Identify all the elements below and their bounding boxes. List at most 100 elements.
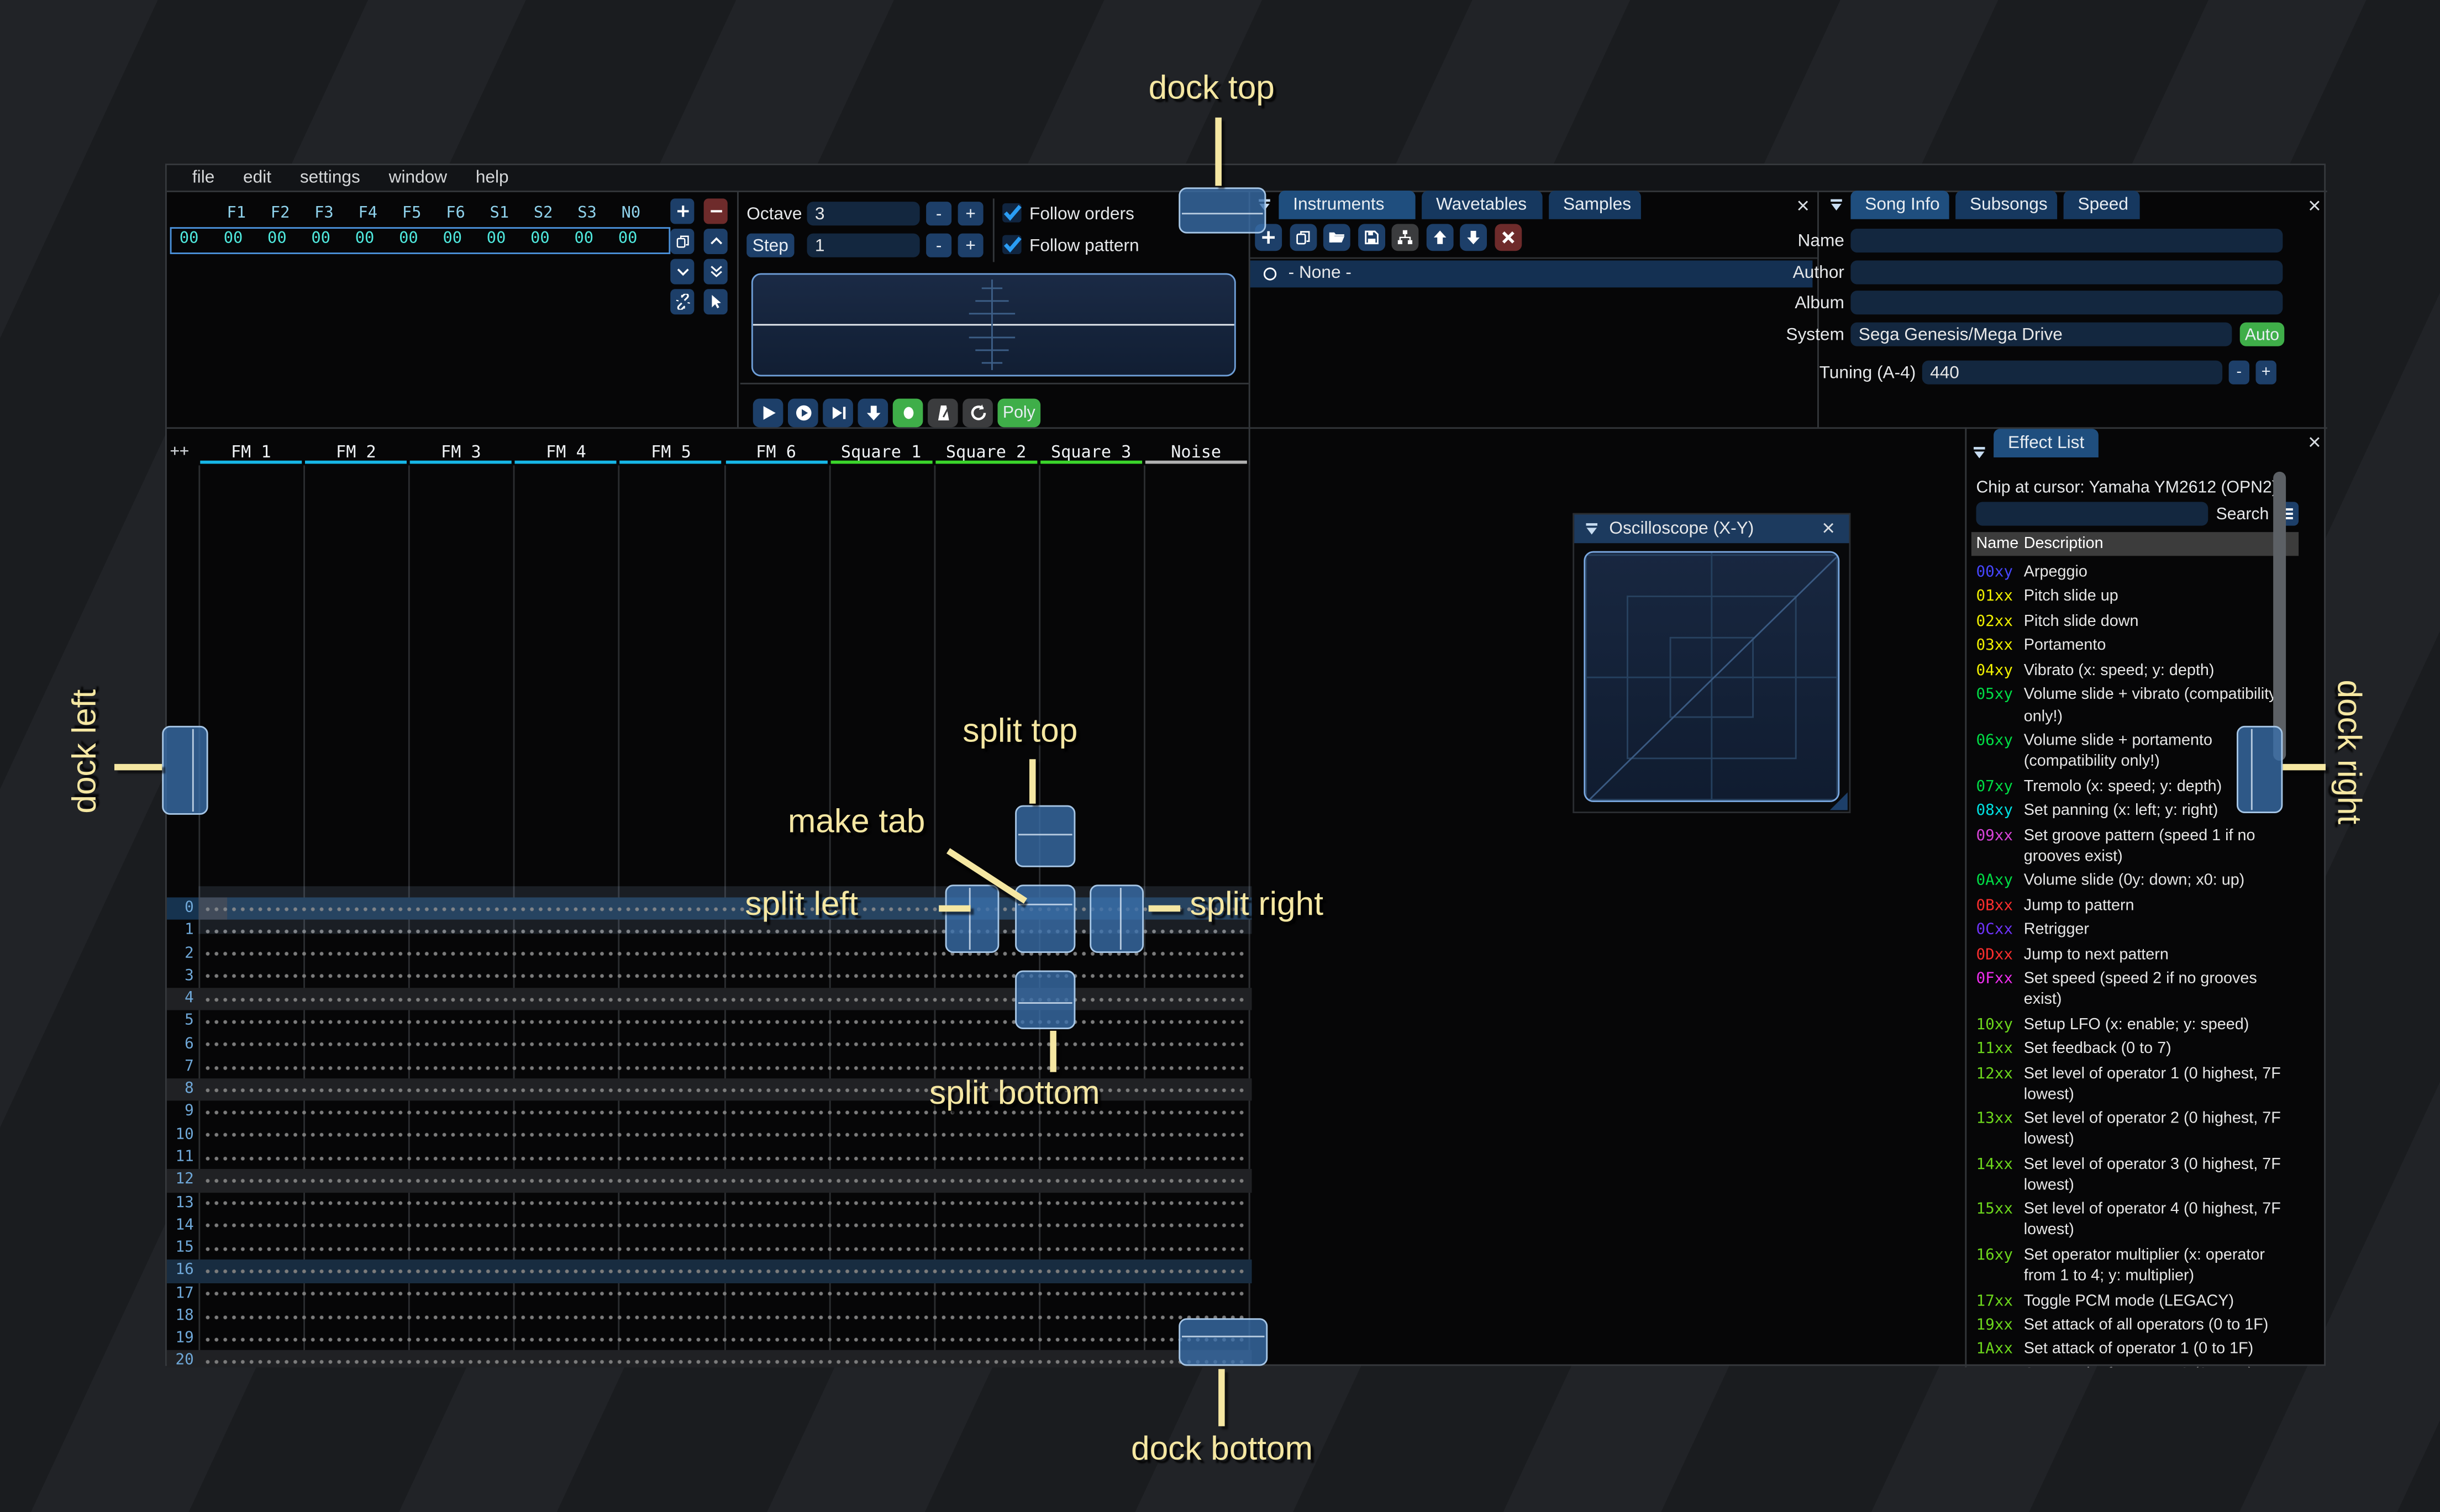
- tab-samples[interactable]: Samples: [1549, 191, 1641, 219]
- duplicate-instrument-button[interactable]: [1289, 224, 1316, 251]
- effect-list-item[interactable]: 1BxxSet attack of operator 2 (0 to 1F): [1971, 1363, 2299, 1367]
- play-button[interactable]: [753, 398, 783, 428]
- order-cell[interactable]: 00: [474, 230, 518, 248]
- save-instrument-button[interactable]: [1357, 224, 1385, 251]
- order-cell[interactable]: 00: [299, 230, 343, 248]
- octave-input[interactable]: 3: [807, 202, 920, 226]
- effect-list-item[interactable]: 11xx Set feedback (0 to 7): [1971, 1037, 2299, 1062]
- tab-speed[interactable]: Speed: [2063, 191, 2140, 219]
- duplicate-order-button[interactable]: [670, 229, 695, 254]
- order-cell[interactable]: 00: [606, 230, 649, 248]
- split-bottom-target[interactable]: [1015, 970, 1076, 1029]
- order-cell[interactable]: 00: [255, 230, 299, 248]
- follow-pattern-checkbox[interactable]: [1002, 235, 1022, 254]
- metronome-button[interactable]: [928, 398, 958, 428]
- effect-list-item[interactable]: 0Fxx Set speed (speed 2 if no grooves exi…: [1971, 967, 2299, 1013]
- instrument-list-item[interactable]: - None -: [1250, 260, 1813, 288]
- tuning-input[interactable]: 440: [1922, 360, 2223, 384]
- effect-list-item[interactable]: 0Dxx Jump to next pattern: [1971, 943, 2299, 968]
- pattern-corner-button[interactable]: ++: [170, 443, 190, 461]
- step-plus-button[interactable]: +: [958, 233, 984, 257]
- dock-bottom-target[interactable]: [1179, 1318, 1268, 1366]
- menu-settings[interactable]: settings: [286, 168, 375, 188]
- tuning-plus-button[interactable]: +: [2255, 360, 2276, 384]
- dock-right-target[interactable]: [2237, 725, 2283, 813]
- tab-song-info[interactable]: Song Info: [1850, 191, 1949, 219]
- effect-list-item[interactable]: 0Cxx Retrigger: [1971, 918, 2299, 943]
- menu-file[interactable]: file: [178, 168, 229, 188]
- follow-orders-checkbox[interactable]: [1002, 203, 1022, 223]
- order-edit-mode-button[interactable]: [703, 289, 728, 315]
- effect-list-item[interactable]: 10xy Setup LFO (x: enable; y: speed): [1971, 1013, 2299, 1037]
- effect-list-scrollbar[interactable]: [2273, 471, 2286, 761]
- move-instrument-down-button[interactable]: [1460, 224, 1487, 251]
- pattern-row-14[interactable]: 14: [167, 1215, 1252, 1237]
- tab-instruments[interactable]: Instruments: [1279, 191, 1416, 219]
- order-cell[interactable]: 00: [430, 230, 474, 248]
- pattern-row-10[interactable]: 10: [167, 1124, 1252, 1147]
- pattern-row-11[interactable]: 11: [167, 1147, 1252, 1169]
- effect-list-item[interactable]: 00xy Arpeggio: [1971, 561, 2299, 586]
- menu-window[interactable]: window: [375, 168, 461, 188]
- effect-list[interactable]: 00xy Arpeggio 01xx Pitch slide up 02xx Pitch …: [1971, 561, 2299, 1368]
- stop-button[interactable]: [892, 398, 923, 428]
- panel-divider[interactable]: [737, 191, 739, 428]
- order-cell[interactable]: 00: [518, 230, 562, 248]
- effect-table-header[interactable]: Name Description: [1971, 532, 2299, 556]
- pattern-row-13[interactable]: 13: [167, 1192, 1252, 1215]
- effect-list-item[interactable]: 02xx Pitch slide down: [1971, 610, 2299, 635]
- author-input[interactable]: [1850, 260, 2283, 285]
- octave-plus-button[interactable]: +: [958, 202, 984, 226]
- step-minus-button[interactable]: -: [926, 233, 952, 257]
- play-from-cursor-button[interactable]: [788, 398, 818, 428]
- tab-wavetables[interactable]: Wavetables: [1422, 191, 1543, 219]
- dock-top-target[interactable]: [1179, 187, 1266, 234]
- collapse-panel-icon[interactable]: [1971, 445, 1987, 461]
- effect-list-item[interactable]: 04xy Vibrato (x: speed; y: depth): [1971, 659, 2299, 684]
- open-instrument-button[interactable]: [1323, 224, 1350, 251]
- close-icon[interactable]: ×: [1792, 194, 1814, 218]
- pattern-row-15[interactable]: 15: [167, 1237, 1252, 1260]
- move-order-down-button[interactable]: [670, 259, 695, 285]
- pattern-row-5[interactable]: 5: [167, 1010, 1252, 1033]
- effect-list-item[interactable]: 12xx Set level of operator 1 (0 highest, …: [1971, 1062, 2299, 1107]
- close-icon[interactable]: ×: [2304, 430, 2326, 454]
- pattern-row-12[interactable]: 12: [166, 1169, 1252, 1192]
- chip-oscilloscope[interactable]: [751, 273, 1236, 377]
- pattern-row-19[interactable]: 19: [167, 1328, 1252, 1351]
- tab-subsongs[interactable]: Subsongs: [1955, 191, 2058, 219]
- collapse-panel-icon[interactable]: [1828, 197, 1844, 213]
- instrument-folders-button[interactable]: [1391, 224, 1419, 251]
- panel-divider[interactable]: [1965, 427, 1967, 1368]
- split-top-target[interactable]: [1015, 805, 1076, 867]
- close-icon[interactable]: ×: [1817, 516, 1839, 540]
- collapse-window-icon[interactable]: [1584, 521, 1600, 537]
- order-cell[interactable]: 00: [211, 230, 255, 248]
- pattern-rows[interactable]: 0123456789101112131415161718192021: [166, 897, 1252, 1368]
- effect-list-item[interactable]: 09xx Set groove pattern (speed 1 if no gr…: [1971, 824, 2299, 869]
- auto-system-button[interactable]: Auto: [2239, 322, 2285, 346]
- deep-clone-order-button[interactable]: [703, 259, 728, 285]
- pattern-row-2[interactable]: 2: [167, 942, 1252, 965]
- effect-list-item[interactable]: 05xy Volume slide + vibrato (compatibilit…: [1971, 683, 2299, 729]
- effect-list-item[interactable]: 1Axx Set attack of operator 1 (0 to 1F): [1971, 1338, 2299, 1363]
- pattern-row-18[interactable]: 18: [167, 1305, 1252, 1328]
- effect-list-item[interactable]: 14xx Set level of operator 3 (0 highest, …: [1971, 1153, 2299, 1198]
- pattern-row-3[interactable]: 3: [167, 965, 1252, 988]
- delete-instrument-button[interactable]: [1494, 224, 1521, 251]
- octave-minus-button[interactable]: -: [926, 202, 952, 226]
- split-left-target[interactable]: [945, 884, 1000, 953]
- poly-button[interactable]: Poly: [997, 398, 1041, 428]
- effect-search-input[interactable]: [1976, 502, 2208, 526]
- pattern-row-16[interactable]: 16: [166, 1260, 1252, 1283]
- effect-list-item[interactable]: 13xx Set level of operator 2 (0 highest, …: [1971, 1107, 2299, 1152]
- pattern-row-17[interactable]: 17: [167, 1283, 1252, 1305]
- effect-list-item[interactable]: 03xx Portamento: [1971, 634, 2299, 659]
- name-input[interactable]: [1850, 229, 2283, 253]
- repeat-pattern-button[interactable]: [963, 398, 993, 428]
- pattern-row-6[interactable]: 6: [167, 1034, 1252, 1056]
- menu-edit[interactable]: edit: [229, 168, 286, 188]
- system-input[interactable]: Sega Genesis/Mega Drive: [1850, 322, 2232, 346]
- pattern-row-4[interactable]: 4: [166, 988, 1252, 1011]
- order-cell[interactable]: 00: [387, 230, 430, 248]
